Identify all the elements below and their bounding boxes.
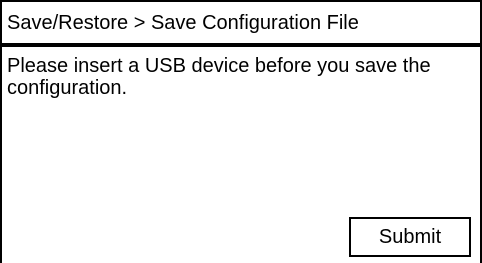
instruction-message-line-1: Please insert a USB device before you sa… [7, 55, 431, 77]
breadcrumb: Save/Restore > Save Configuration File [7, 12, 359, 34]
instruction-message: Please insert a USB device before you sa… [7, 55, 477, 99]
header-divider [2, 43, 480, 47]
submit-button[interactable]: Submit [349, 217, 471, 257]
config-screen: Save/Restore > Save Configuration File P… [0, 0, 482, 263]
instruction-message-line-2: configuration. [7, 77, 128, 99]
